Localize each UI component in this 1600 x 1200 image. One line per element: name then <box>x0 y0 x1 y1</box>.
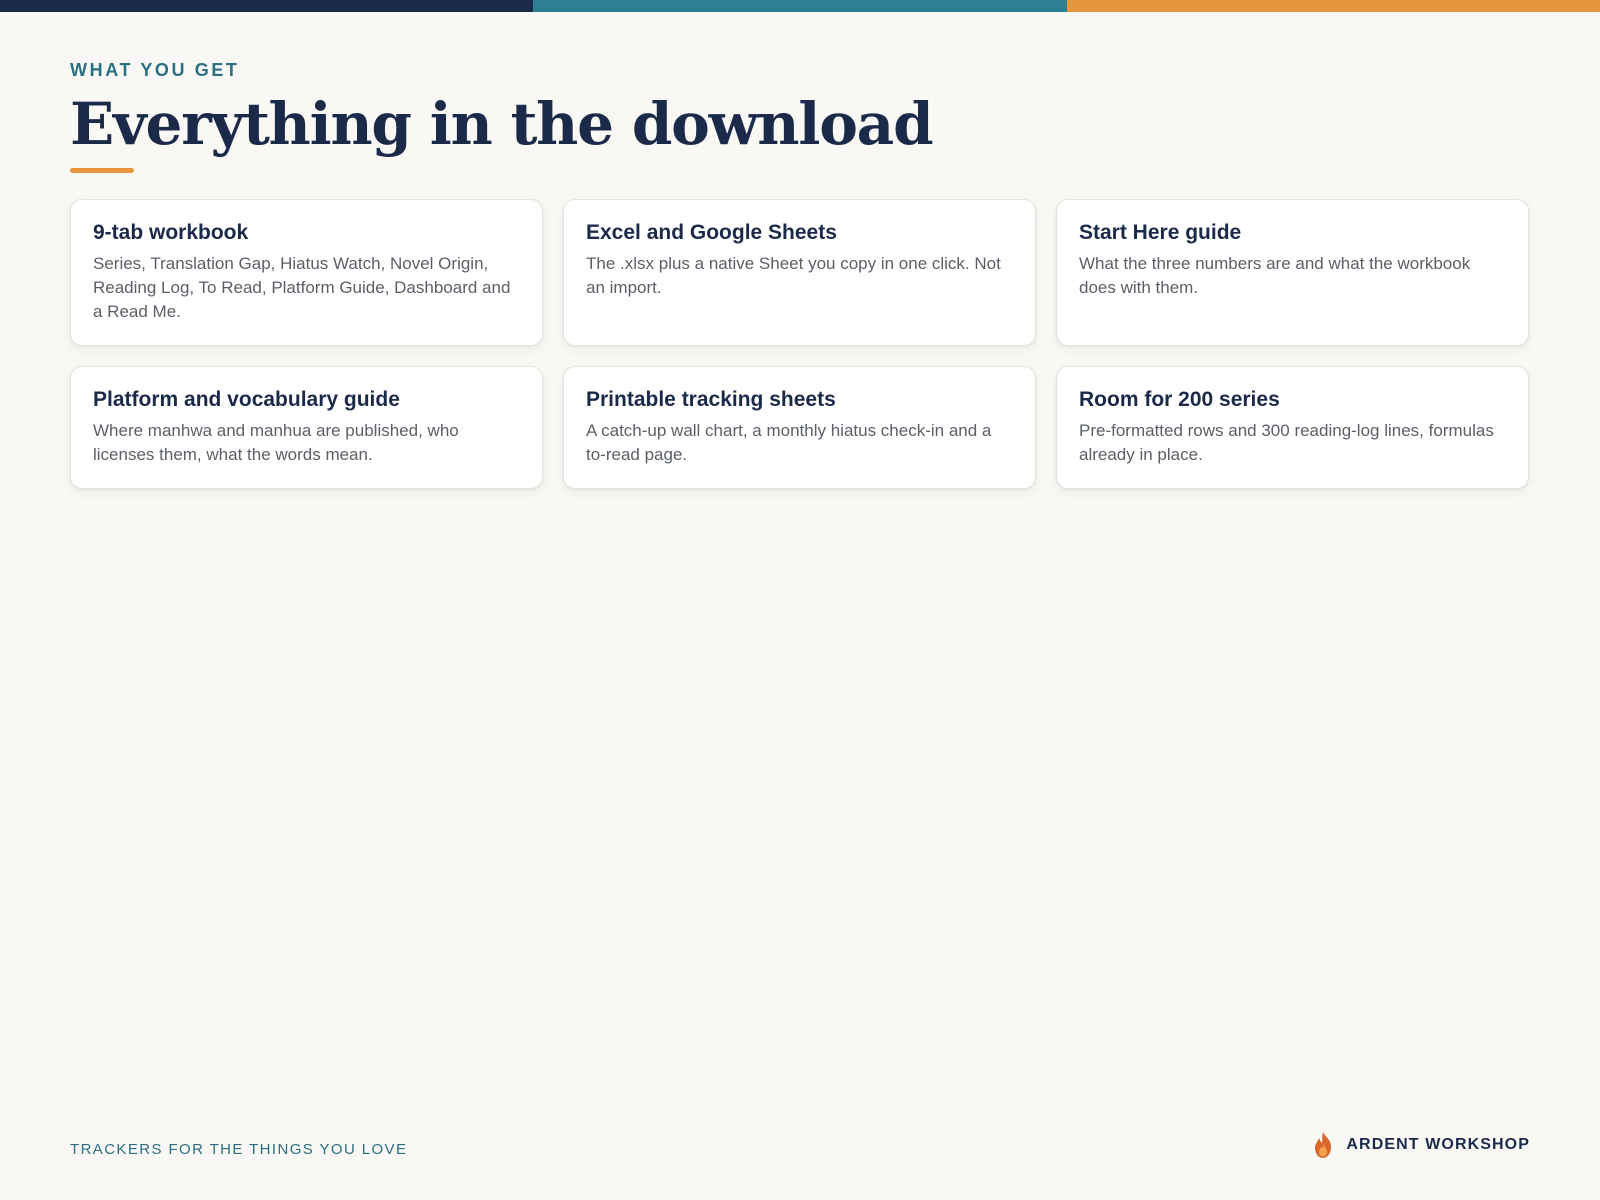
feature-card-title: Platform and vocabulary guide <box>93 387 400 411</box>
feature-card-title: Printable tracking sheets <box>586 387 836 411</box>
top-bar-segment-navy <box>0 0 534 12</box>
feature-card-excel-sheets: Excel and Google Sheets The .xlsx plus a… <box>563 198 1036 346</box>
top-bar-segment-orange <box>1066 0 1600 12</box>
footer-tagline: TRACKERS FOR THE THINGS YOU LOVE <box>70 1141 408 1158</box>
feature-card-printables: Printable tracking sheets A catch-up wal… <box>563 365 1036 490</box>
brand-name: ARDENT WORKSHOP <box>1346 1136 1530 1153</box>
top-color-bar <box>0 0 1600 12</box>
flame-icon <box>1315 1132 1332 1158</box>
feature-card-title: Excel and Google Sheets <box>586 220 837 244</box>
section-eyebrow: WHAT YOU GET <box>70 60 240 80</box>
feature-card-platform-guide: Platform and vocabulary guide Where manh… <box>70 365 543 490</box>
feature-card-description: Series, Translation Gap, Hiatus Watch, N… <box>93 253 511 321</box>
feature-card-title: Room for 200 series <box>1079 387 1280 411</box>
feature-card-title: Start Here guide <box>1079 220 1242 244</box>
feature-card-description: The .xlsx plus a native Sheet you copy i… <box>586 253 1001 297</box>
title-underline <box>70 167 134 173</box>
page: WHAT YOU GET Everything in the download … <box>0 0 1600 1200</box>
feature-card-description: Pre-formatted rows and 300 reading-log l… <box>1079 421 1494 465</box>
feature-card-description: What the three numbers are and what the … <box>1079 253 1471 297</box>
footer-brand: ARDENT WORKSHOP <box>1310 1131 1530 1159</box>
feature-card-description: A catch-up wall chart, a monthly hiatus … <box>586 421 992 465</box>
main-content: WHAT YOU GET Everything in the download … <box>70 60 1530 490</box>
feature-card-title: 9-tab workbook <box>93 220 249 244</box>
page-title: Everything in the download <box>70 90 934 158</box>
feature-card-workbook: 9-tab workbook Series, Translation Gap, … <box>70 198 543 346</box>
feature-card-grid: 9-tab workbook Series, Translation Gap, … <box>70 198 1530 490</box>
feature-card-start-guide: Start Here guide What the three numbers … <box>1056 198 1529 346</box>
feature-card-description: Where manhwa and manhua are published, w… <box>93 421 459 465</box>
feature-card-capacity: Room for 200 series Pre-formatted rows a… <box>1056 365 1529 490</box>
top-bar-segment-teal <box>533 0 1067 12</box>
